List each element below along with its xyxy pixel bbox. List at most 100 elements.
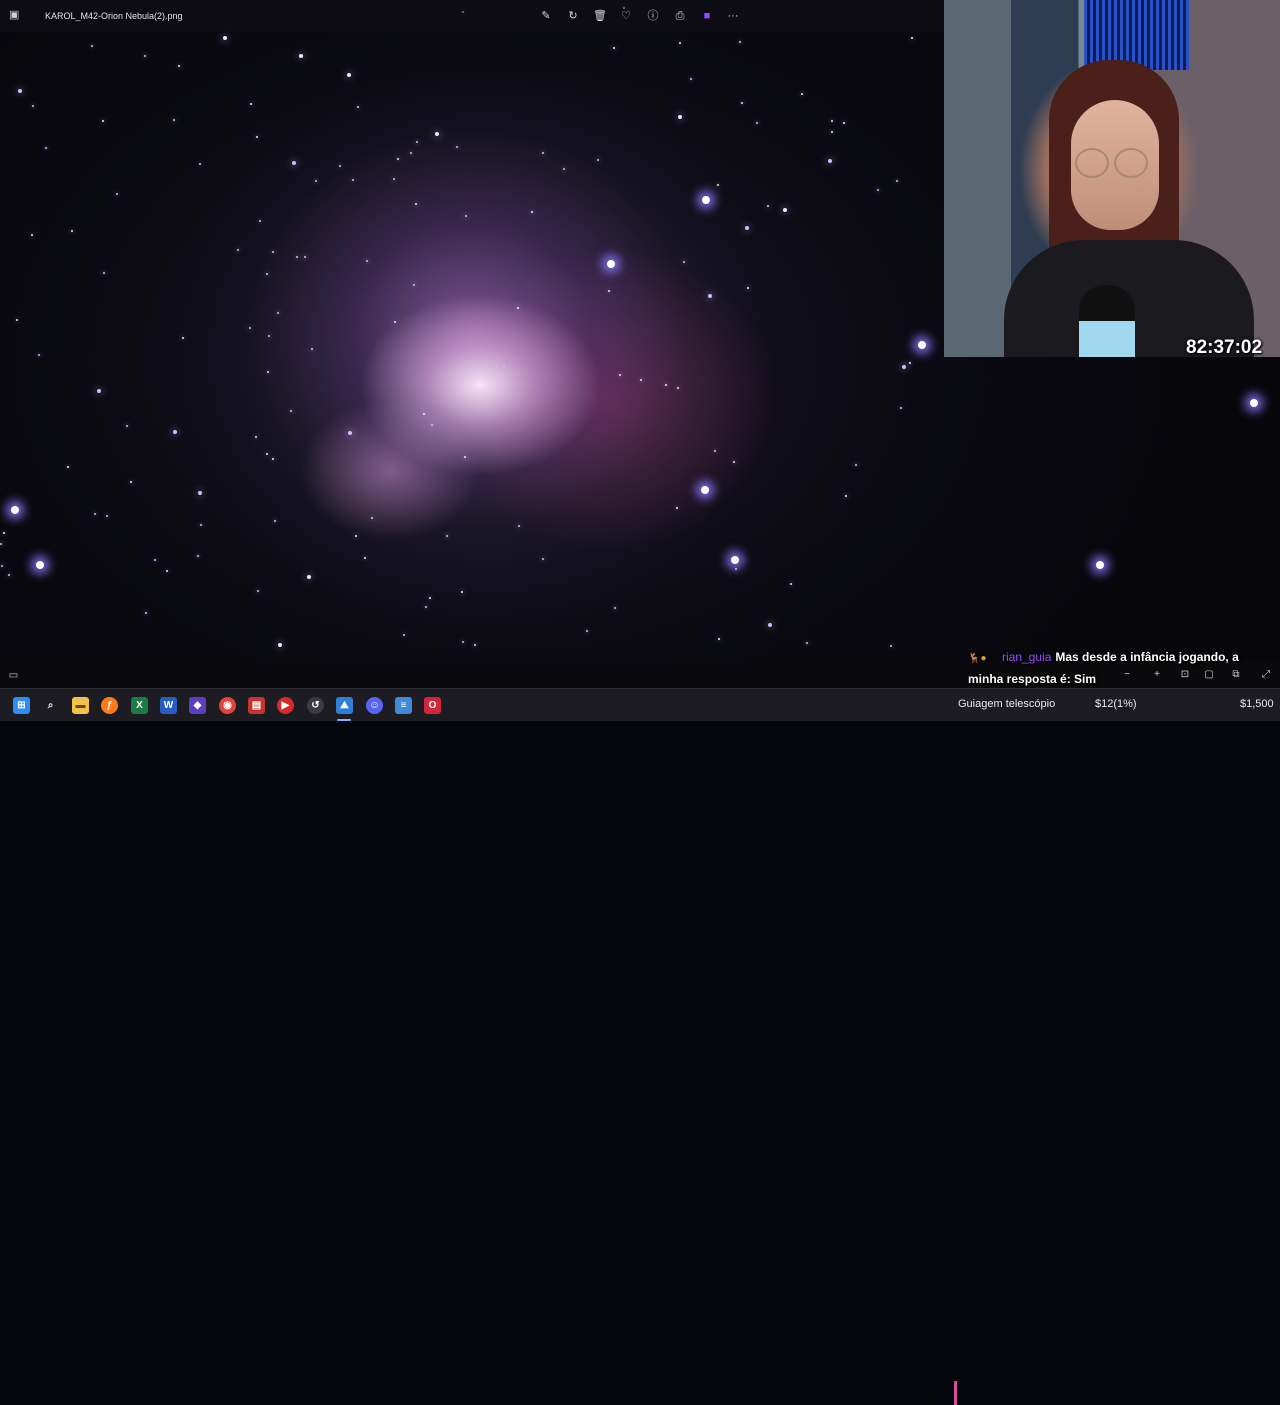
file-title: KAROL_M42-Orion Nebula(2).png xyxy=(45,11,183,21)
chat-overlay: 🦌● rian_guia Mas desde a infância jogando,… xyxy=(968,647,1268,689)
favorite-icon[interactable]: ♡ xyxy=(618,8,634,24)
clipchamp-icon[interactable]: ■ xyxy=(699,8,715,24)
star xyxy=(410,152,412,154)
star xyxy=(425,606,427,608)
chat-username: rian_guia xyxy=(1002,650,1052,664)
star xyxy=(413,284,415,286)
star xyxy=(0,543,2,545)
star xyxy=(38,354,40,356)
star xyxy=(267,371,269,373)
star xyxy=(845,495,847,497)
star xyxy=(200,524,202,526)
stream-timer: 82:37:02 xyxy=(1186,337,1263,358)
youtube-player-icon[interactable]: ▶ xyxy=(277,697,294,714)
more-icon[interactable]: ··· xyxy=(725,8,741,24)
star xyxy=(462,641,464,643)
star xyxy=(465,215,467,217)
goal-total: $1,500 xyxy=(1240,698,1274,710)
opera-icon[interactable]: O xyxy=(424,697,441,714)
star xyxy=(126,425,128,427)
star xyxy=(299,54,303,58)
star xyxy=(3,532,5,534)
discord-icon[interactable]: ☺ xyxy=(366,697,383,714)
delete-icon[interactable]: 🗑 xyxy=(592,8,608,24)
rotate-icon[interactable]: ↻ xyxy=(565,8,581,24)
star xyxy=(173,119,175,121)
star xyxy=(718,638,720,640)
star xyxy=(690,78,692,80)
star xyxy=(355,535,357,537)
star xyxy=(877,189,879,191)
star xyxy=(250,103,252,105)
firefox-icon[interactable]: ƒ xyxy=(101,697,118,714)
webcam-overlay xyxy=(944,0,1280,357)
star xyxy=(311,348,313,350)
photo-viewer-titlebar: ▣ KAROL_M42-Orion Nebula(2).png ✎ ↻ 🗑 ♡ … xyxy=(0,0,944,32)
star xyxy=(272,458,274,460)
star xyxy=(806,642,808,644)
chrome-icon[interactable]: ◉ xyxy=(219,697,236,714)
obsidian-icon[interactable]: ◆ xyxy=(189,697,206,714)
star xyxy=(708,294,712,298)
star xyxy=(461,591,463,593)
star xyxy=(435,132,439,136)
bright-star xyxy=(1250,399,1258,407)
star xyxy=(32,105,34,107)
star xyxy=(563,168,565,170)
star xyxy=(178,65,180,67)
star xyxy=(106,515,108,517)
star xyxy=(714,450,716,452)
star xyxy=(266,273,268,275)
video-editor-icon[interactable]: ▤ xyxy=(248,697,265,714)
windows-start-icon[interactable]: ⊞ xyxy=(13,697,30,714)
star xyxy=(277,312,279,314)
star xyxy=(102,120,104,122)
webcam-microphone xyxy=(1079,285,1135,357)
star xyxy=(890,645,892,647)
star xyxy=(747,287,749,289)
star xyxy=(94,513,96,515)
star xyxy=(518,525,520,527)
star xyxy=(31,234,33,236)
photos-icon[interactable]: ⛰ xyxy=(336,697,353,714)
notepad-icon[interactable]: ≡ xyxy=(395,697,412,714)
star xyxy=(474,644,476,646)
goal-label: Guiagem telescópio xyxy=(958,698,1056,710)
star xyxy=(735,568,737,570)
sync-app-icon[interactable]: ↺ xyxy=(307,697,324,714)
info-icon[interactable]: ⓘ xyxy=(645,8,661,24)
star xyxy=(677,387,679,389)
star xyxy=(199,163,201,165)
word-icon[interactable]: W xyxy=(160,697,177,714)
star xyxy=(717,184,719,186)
star xyxy=(768,623,772,627)
star xyxy=(397,158,399,160)
file-explorer-icon[interactable]: ▬ xyxy=(72,697,89,714)
filmstrip-icon[interactable]: ▭ xyxy=(7,669,20,682)
star xyxy=(678,115,682,119)
star xyxy=(423,413,425,415)
webcam-glasses xyxy=(1114,148,1148,178)
edit-icon[interactable]: ✎ xyxy=(538,8,554,24)
star xyxy=(272,251,274,253)
star xyxy=(292,161,296,165)
star xyxy=(296,256,298,258)
star xyxy=(144,55,146,57)
star xyxy=(801,93,803,95)
print-icon[interactable]: ⎙ xyxy=(672,8,688,24)
excel-icon[interactable]: X xyxy=(131,697,148,714)
star xyxy=(67,466,69,468)
star xyxy=(843,122,845,124)
star xyxy=(896,180,898,182)
star xyxy=(166,570,168,572)
star xyxy=(274,520,276,522)
star xyxy=(304,256,306,258)
star xyxy=(608,290,610,292)
star xyxy=(256,136,258,138)
star xyxy=(831,131,833,133)
star xyxy=(1,565,3,567)
star xyxy=(542,152,544,154)
search-icon[interactable]: ⌕ xyxy=(42,697,59,714)
bright-star xyxy=(36,561,44,569)
star xyxy=(91,45,93,47)
